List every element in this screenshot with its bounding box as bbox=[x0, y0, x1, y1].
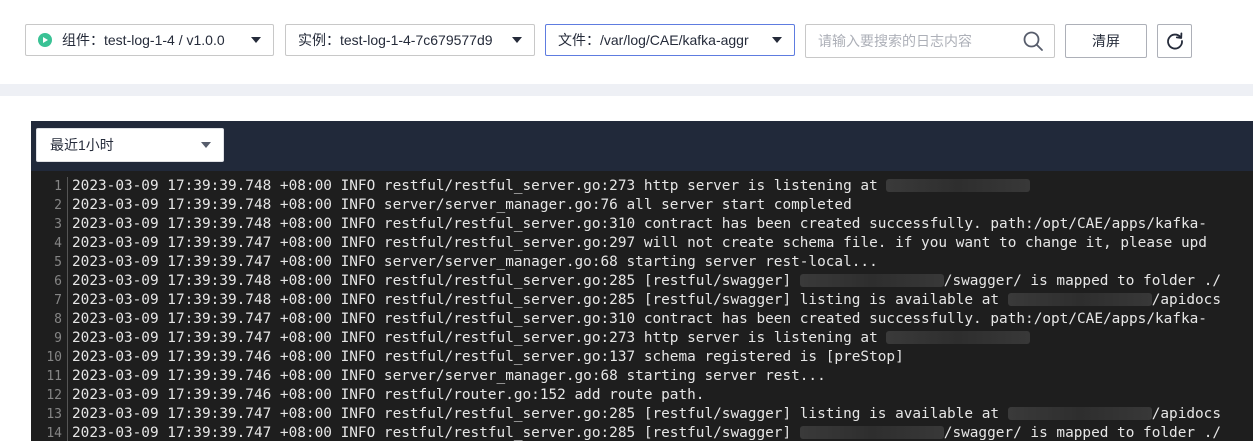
log-text-segment: 2023-03-09 17:39:39.746 +08:00 INFO rest… bbox=[72, 349, 904, 365]
log-line: 10 2023-03-09 17:39:39.746 +08:00 INFO re… bbox=[31, 348, 1253, 367]
log-text: 2023-03-09 17:39:39.747 +08:00 INFO rest… bbox=[68, 329, 1031, 348]
log-line: 7 2023-03-09 17:39:39.748 +08:00 INFO res… bbox=[31, 291, 1253, 310]
log-text: 2023-03-09 17:39:39.747 +08:00 INFO serv… bbox=[68, 253, 878, 272]
line-number: 7 bbox=[31, 291, 68, 310]
log-line: 4 2023-03-09 17:39:39.747 +08:00 INFO res… bbox=[31, 234, 1253, 253]
line-number: 14 bbox=[31, 424, 68, 441]
redacted-address bbox=[886, 179, 1031, 192]
log-line: 3 2023-03-09 17:39:39.748 +08:00 INFO res… bbox=[31, 215, 1253, 234]
line-number: 13 bbox=[31, 405, 68, 424]
log-text: 2023-03-09 17:39:39.746 +08:00 INFO rest… bbox=[68, 348, 904, 367]
line-number: 11 bbox=[31, 367, 68, 386]
line-number: 9 bbox=[31, 329, 68, 348]
log-text: 2023-03-09 17:39:39.747 +08:00 INFO rest… bbox=[68, 234, 1207, 253]
refresh-icon bbox=[1166, 32, 1183, 50]
log-text: 2023-03-09 17:39:39.747 +08:00 INFO rest… bbox=[68, 405, 1221, 424]
log-text-segment: /apidocs bbox=[1151, 292, 1222, 308]
log-line: 12 2023-03-09 17:39:39.746 +08:00 INFO re… bbox=[31, 386, 1253, 405]
time-range-select[interactable]: 最近1小时 bbox=[36, 128, 224, 162]
log-search-box bbox=[805, 24, 1055, 58]
redacted-address bbox=[1007, 407, 1152, 420]
component-select[interactable]: 组件：test-log-1-4 / v1.0.0 bbox=[25, 24, 274, 56]
log-viewer[interactable]: 1 2023-03-09 17:39:39.748 +08:00 INFO res… bbox=[31, 177, 1253, 441]
log-panel: 最近1小时 1 2023-03-09 17:39:39.748 +08:00 IN… bbox=[31, 121, 1253, 441]
running-status-icon bbox=[38, 33, 52, 47]
line-number: 4 bbox=[31, 234, 68, 253]
log-text-segment: 2023-03-09 17:39:39.748 +08:00 INFO rest… bbox=[72, 216, 1207, 232]
clear-screen-button[interactable]: 清屏 bbox=[1065, 24, 1147, 58]
line-number: 6 bbox=[31, 272, 68, 291]
log-text: 2023-03-09 17:39:39.748 +08:00 INFO rest… bbox=[68, 272, 1221, 291]
log-panel-header: 最近1小时 bbox=[31, 121, 1253, 171]
file-select[interactable]: 文件：/var/log/CAE/kafka-aggr bbox=[545, 24, 795, 56]
log-text-segment: 2023-03-09 17:39:39.747 +08:00 INFO rest… bbox=[72, 235, 1207, 251]
instance-select-label: 实例： bbox=[298, 32, 340, 48]
log-line: 1 2023-03-09 17:39:39.748 +08:00 INFO res… bbox=[31, 177, 1253, 196]
line-number: 10 bbox=[31, 348, 68, 367]
line-number: 12 bbox=[31, 386, 68, 405]
log-line: 8 2023-03-09 17:39:39.747 +08:00 INFO res… bbox=[31, 310, 1253, 329]
log-line: 2 2023-03-09 17:39:39.748 +08:00 INFO ser… bbox=[31, 196, 1253, 215]
component-select-value: test-log-1-4 / v1.0.0 bbox=[104, 32, 225, 48]
chevron-down-icon bbox=[512, 37, 522, 43]
file-select-label: 文件： bbox=[558, 32, 600, 48]
log-text-segment: 2023-03-09 17:39:39.747 +08:00 INFO serv… bbox=[72, 254, 878, 270]
redacted-address bbox=[886, 331, 1031, 344]
log-line: 9 2023-03-09 17:39:39.747 +08:00 INFO res… bbox=[31, 329, 1253, 348]
log-text-segment: /swagger/ is mapped to folder ./ bbox=[943, 273, 1222, 289]
log-text: 2023-03-09 17:39:39.747 +08:00 INFO rest… bbox=[68, 424, 1221, 441]
log-line: 13 2023-03-09 17:39:39.747 +08:00 INFO re… bbox=[31, 405, 1253, 424]
log-text-segment: /swagger/ is mapped to folder ./ bbox=[943, 425, 1222, 441]
log-text-segment: 2023-03-09 17:39:39.748 +08:00 INFO rest… bbox=[72, 292, 1008, 308]
component-select-label: 组件： bbox=[62, 32, 104, 48]
line-number: 2 bbox=[31, 196, 68, 215]
log-line: 5 2023-03-09 17:39:39.747 +08:00 INFO ser… bbox=[31, 253, 1253, 272]
log-search-input[interactable] bbox=[806, 27, 1022, 55]
log-text-segment: 2023-03-09 17:39:39.747 +08:00 INFO rest… bbox=[72, 330, 887, 346]
log-text: 2023-03-09 17:39:39.746 +08:00 INFO rest… bbox=[68, 386, 704, 405]
log-text-segment: 2023-03-09 17:39:39.747 +08:00 INFO rest… bbox=[72, 425, 800, 441]
log-text: 2023-03-09 17:39:39.748 +08:00 INFO rest… bbox=[68, 215, 1207, 234]
redacted-address bbox=[1007, 293, 1152, 306]
line-number: 5 bbox=[31, 253, 68, 272]
line-number: 1 bbox=[31, 177, 68, 196]
log-text-segment: 2023-03-09 17:39:39.747 +08:00 INFO rest… bbox=[72, 311, 1207, 327]
separator-band bbox=[0, 84, 1253, 96]
time-range-value: 最近1小时 bbox=[50, 137, 114, 153]
line-number: 8 bbox=[31, 310, 68, 329]
chevron-down-icon bbox=[251, 37, 261, 43]
log-line: 6 2023-03-09 17:39:39.748 +08:00 INFO res… bbox=[31, 272, 1253, 291]
chevron-down-icon bbox=[201, 142, 211, 148]
log-text-segment: 2023-03-09 17:39:39.746 +08:00 INFO serv… bbox=[72, 368, 826, 384]
log-text-segment: 2023-03-09 17:39:39.748 +08:00 INFO rest… bbox=[72, 178, 887, 194]
log-text: 2023-03-09 17:39:39.748 +08:00 INFO rest… bbox=[68, 291, 1221, 310]
line-number: 3 bbox=[31, 215, 68, 234]
file-select-value: /var/log/CAE/kafka-aggr bbox=[600, 32, 749, 48]
log-text: 2023-03-09 17:39:39.746 +08:00 INFO serv… bbox=[68, 367, 826, 386]
toolbar: 组件：test-log-1-4 / v1.0.0 实例：test-log-1-4… bbox=[0, 0, 1253, 84]
log-text-segment: 2023-03-09 17:39:39.747 +08:00 INFO rest… bbox=[72, 406, 1008, 422]
log-text: 2023-03-09 17:39:39.748 +08:00 INFO serv… bbox=[68, 196, 852, 215]
redacted-address bbox=[799, 426, 944, 439]
log-text-segment: 2023-03-09 17:39:39.748 +08:00 INFO rest… bbox=[72, 273, 800, 289]
log-text-segment: 2023-03-09 17:39:39.746 +08:00 INFO rest… bbox=[72, 387, 705, 403]
search-icon[interactable] bbox=[1022, 30, 1044, 52]
instance-select-value: test-log-1-4-7c679577d9 bbox=[340, 32, 493, 48]
redacted-address bbox=[799, 274, 944, 287]
log-text-segment: 2023-03-09 17:39:39.748 +08:00 INFO serv… bbox=[72, 197, 852, 213]
log-text: 2023-03-09 17:39:39.748 +08:00 INFO rest… bbox=[68, 177, 1031, 196]
instance-select[interactable]: 实例：test-log-1-4-7c679577d9 bbox=[285, 24, 535, 56]
chevron-down-icon bbox=[772, 37, 782, 43]
refresh-button[interactable] bbox=[1157, 24, 1192, 58]
log-line: 14 2023-03-09 17:39:39.747 +08:00 INFO re… bbox=[31, 424, 1253, 441]
log-line: 11 2023-03-09 17:39:39.746 +08:00 INFO se… bbox=[31, 367, 1253, 386]
log-text-segment: /apidocs bbox=[1151, 406, 1222, 422]
log-text: 2023-03-09 17:39:39.747 +08:00 INFO rest… bbox=[68, 310, 1207, 329]
